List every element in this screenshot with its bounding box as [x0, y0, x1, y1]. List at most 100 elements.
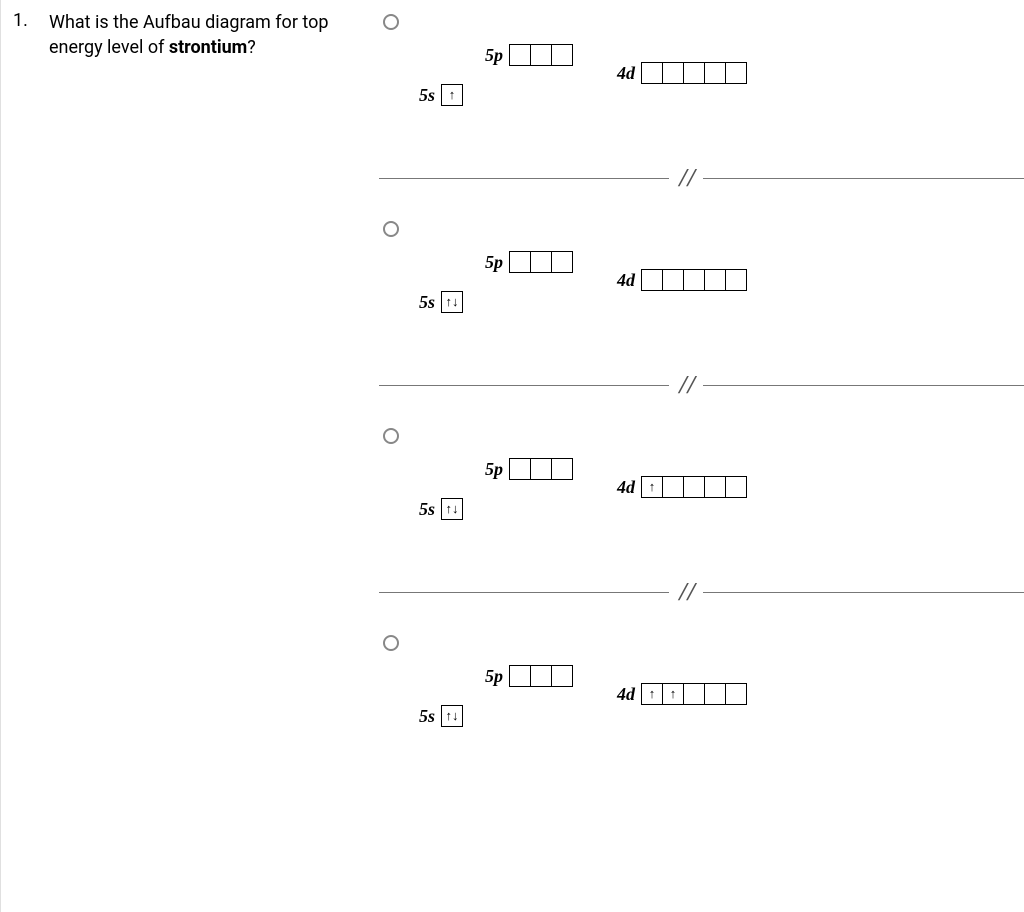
answer-option: 5p 4d 5s ↑ [379, 12, 1024, 152]
sublevel-label: 5p [485, 459, 503, 480]
sublevel-label: 5p [485, 45, 503, 66]
divider-slash: / / [669, 166, 703, 191]
orbital-box [551, 251, 573, 273]
sublevel-label: 4d [617, 270, 635, 291]
sublevel-label: 4d [617, 63, 635, 84]
orbital-box [530, 44, 552, 66]
orbital-box: ↑ [662, 683, 684, 705]
orbital-box [530, 665, 552, 687]
divider-slash: / / [669, 580, 703, 605]
sublevel-label: 5p [485, 252, 503, 273]
radio-button[interactable] [383, 221, 399, 237]
orbital-box-row [641, 62, 747, 84]
orbital-box [551, 44, 573, 66]
orbital-box [683, 476, 705, 498]
orbital-box [551, 458, 573, 480]
radio-button[interactable] [383, 14, 399, 30]
orbital-box [530, 458, 552, 480]
orbital-box [704, 476, 726, 498]
orbital-box-row: ↑↓ [441, 705, 463, 727]
aufbau-diagram: 5p 4d 5s ↑ [419, 12, 919, 122]
orbital-box [551, 665, 573, 687]
sublevel-label: 5s [419, 292, 435, 313]
radio-column [379, 12, 419, 35]
orbital-box [662, 476, 684, 498]
sublevel-label: 5s [419, 85, 435, 106]
orbital-box [683, 683, 705, 705]
orbital-box-row [641, 269, 747, 291]
orbital-box [683, 62, 705, 84]
answer-choices: 5p4d5s↑/ /5p4d5s↑↓/ /5p4d↑5s↑↓/ /5p4d↑↑5… [379, 0, 1024, 912]
divider-slash: / / [669, 373, 703, 398]
orbital-box [509, 665, 531, 687]
answer-option: 5p 4d ↑ 5s ↑↓ [379, 426, 1024, 566]
sublevel-label: 5s [419, 499, 435, 520]
orbital-box: ↑↓ [441, 291, 463, 313]
orbital-box [704, 269, 726, 291]
sublevel-p: 5p [485, 44, 573, 66]
sublevel-label: 5p [485, 666, 503, 687]
orbital-box [704, 62, 726, 84]
orbital-box-row [509, 458, 573, 480]
orbital-box [725, 269, 747, 291]
question-container: 1. What is the Aufbau diagram for top en… [0, 0, 1024, 912]
question-number: 1. [5, 0, 49, 912]
orbital-box [641, 62, 663, 84]
answer-option: 5p 4d ↑↑ 5s ↑↓ [379, 633, 1024, 773]
answer-option: 5p 4d 5s ↑↓ [379, 219, 1024, 359]
aufbau-diagram: 5p 4d ↑ 5s ↑↓ [419, 426, 919, 536]
sublevel-label: 4d [617, 477, 635, 498]
orbital-box [641, 269, 663, 291]
option-divider: / / [379, 166, 1024, 191]
option-divider: / / [379, 580, 1024, 605]
sublevel-s: 5s ↑ [419, 84, 463, 106]
aufbau-diagram: 5p 4d ↑↑ 5s ↑↓ [419, 633, 919, 743]
question-text: What is the Aufbau diagram for top energ… [49, 0, 379, 912]
radio-column [379, 633, 419, 656]
orbital-box: ↑ [441, 84, 463, 106]
divider-line [379, 385, 669, 386]
sublevel-s: 5s ↑↓ [419, 705, 463, 727]
sublevel-p: 5p [485, 665, 573, 687]
radio-button[interactable] [383, 635, 399, 651]
orbital-box [704, 683, 726, 705]
orbital-box-row: ↑↓ [441, 291, 463, 313]
question-text-part: ? [247, 37, 256, 58]
sublevel-label: 5s [419, 706, 435, 727]
question-bold-word: strontium [169, 37, 247, 58]
divider-line [703, 592, 1024, 593]
orbital-box [725, 62, 747, 84]
orbital-box: ↑ [641, 683, 663, 705]
sublevel-d: 4d ↑↑ [617, 683, 747, 705]
orbital-box [530, 251, 552, 273]
radio-button[interactable] [383, 428, 399, 444]
option-divider: / / [379, 373, 1024, 398]
orbital-box-row [509, 44, 573, 66]
orbital-box [509, 251, 531, 273]
orbital-box: ↑ [641, 476, 663, 498]
sublevel-p: 5p [485, 458, 573, 480]
radio-column [379, 219, 419, 242]
orbital-box-row: ↑↓ [441, 498, 463, 520]
divider-line [703, 385, 1024, 386]
orbital-box-row [509, 251, 573, 273]
orbital-box: ↑↓ [441, 705, 463, 727]
orbital-box [683, 269, 705, 291]
orbital-box [725, 683, 747, 705]
orbital-box [662, 269, 684, 291]
sublevel-p: 5p [485, 251, 573, 273]
aufbau-diagram: 5p 4d 5s ↑↓ [419, 219, 919, 329]
orbital-box [662, 62, 684, 84]
orbital-box-row: ↑ [641, 476, 747, 498]
orbital-box-row: ↑↑ [641, 683, 747, 705]
sublevel-s: 5s ↑↓ [419, 498, 463, 520]
sublevel-s: 5s ↑↓ [419, 291, 463, 313]
sublevel-d: 4d ↑ [617, 476, 747, 498]
orbital-box-row: ↑ [441, 84, 463, 106]
orbital-box: ↑↓ [441, 498, 463, 520]
divider-line [379, 592, 669, 593]
radio-column [379, 426, 419, 449]
orbital-box [509, 458, 531, 480]
orbital-box [509, 44, 531, 66]
sublevel-label: 4d [617, 684, 635, 705]
